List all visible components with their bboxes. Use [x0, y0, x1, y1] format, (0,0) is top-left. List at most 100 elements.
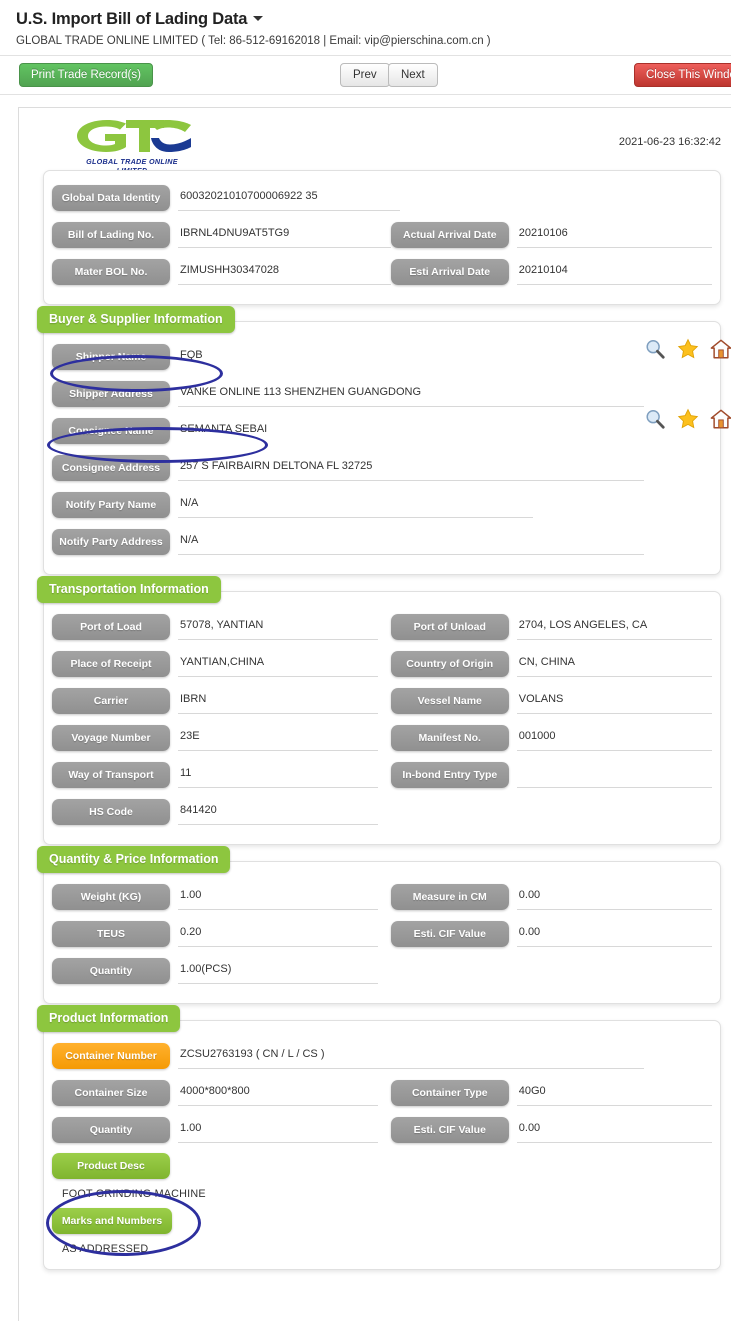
label-actual-arrival-date: Actual Arrival Date	[390, 222, 509, 248]
product-card-title: Product Information	[37, 1005, 181, 1032]
star-icon[interactable]	[677, 338, 699, 360]
value-consignee-address[interactable]: 257 S FAIRBAIRN DELTONA FL 32725	[178, 455, 644, 481]
value-country-of-origin[interactable]: CN, CHINA	[516, 651, 712, 677]
label-voyage-number: Voyage Number	[52, 725, 170, 751]
document-timestamp: 2021-06-23 16:32:42	[618, 136, 721, 148]
label-esti-cif-value: Esti. CIF Value	[390, 921, 509, 947]
magnifier-icon[interactable]	[644, 408, 666, 430]
page-header: U.S. Import Bill of Lading Data GLOBAL T…	[0, 0, 731, 55]
field-notify-party-name: Notify Party Name N/A	[52, 488, 712, 522]
label-notify-party-address: Notify Party Address	[52, 529, 170, 555]
page-title: U.S. Import Bill of Lading Data	[16, 10, 248, 28]
prev-button[interactable]: Prev	[340, 63, 390, 87]
value-weight-kg[interactable]: 1.00	[178, 884, 378, 910]
label-container-type: Container Type	[390, 1080, 509, 1106]
value-actual-arrival-date[interactable]: 20210106	[516, 222, 712, 248]
value-manifest-no[interactable]: 001000	[516, 725, 712, 751]
field-container-number: Container Number ZCSU2763193 ( CN / L / …	[52, 1039, 712, 1073]
value-place-of-receipt[interactable]: YANTIAN,CHINA	[178, 651, 378, 677]
label-country-of-origin: Country of Origin	[390, 651, 509, 677]
label-shipper-address: Shipper Address	[52, 381, 170, 407]
field-measure-in-cm: Measure in CM 0.00	[390, 880, 712, 914]
field-shipper-name: Shipper Name FQB	[52, 340, 712, 374]
value-carrier[interactable]: IBRN	[178, 688, 378, 714]
value-notify-party-address[interactable]: N/A	[178, 529, 644, 555]
value-esti-arrival-date[interactable]: 20210104	[516, 259, 712, 285]
value-container-size[interactable]: 4000*800*800	[178, 1080, 378, 1106]
label-hs-code: HS Code	[52, 799, 170, 825]
label-manifest-no: Manifest No.	[390, 725, 509, 751]
toolbar: Print Trade Record(s) Prev Next Close Th…	[0, 55, 731, 95]
buyer-supplier-card-body: Shipper Name FQB Shipper Address VANKE O…	[44, 322, 731, 574]
field-way-of-transport: Way of Transport 11	[52, 758, 391, 792]
value-container-type[interactable]: 40G0	[516, 1080, 712, 1106]
home-icon[interactable]	[710, 408, 731, 430]
label-container-number: Container Number	[52, 1043, 170, 1069]
field-actual-arrival-date: Actual Arrival Date 20210106	[390, 218, 712, 252]
field-row-master-bol: Mater BOL No. ZIMUSHH30347028 Esti Arriv…	[52, 255, 712, 289]
field-shipper-address: Shipper Address VANKE ONLINE 113 SHENZHE…	[52, 377, 712, 411]
value-teus[interactable]: 0.20	[178, 921, 378, 947]
field-product-quantity: Quantity 1.00	[52, 1113, 391, 1147]
value-port-of-unload[interactable]: 2704, LOS ANGELES, CA	[516, 614, 712, 640]
next-button[interactable]: Next	[388, 63, 438, 87]
identity-card-body: Global Data Identity 6003202101070000692…	[44, 171, 720, 304]
label-marks-and-numbers: Marks and Numbers	[52, 1208, 172, 1234]
close-this-window-button[interactable]: Close This Window	[634, 63, 731, 87]
field-weight-kg: Weight (KG) 1.00	[52, 880, 391, 914]
quantity-price-card: Quantity & Price Information Weight (KG)…	[37, 846, 721, 1004]
star-icon[interactable]	[677, 408, 699, 430]
label-teus: TEUS	[52, 921, 170, 947]
field-row-consignee-name: Consignee Name SEMANTA SEBAI	[52, 414, 712, 448]
label-product-desc: Product Desc	[52, 1153, 170, 1179]
value-notify-party-name[interactable]: N/A	[178, 492, 533, 518]
value-product-quantity[interactable]: 1.00	[178, 1117, 378, 1143]
identity-card: Global Data Identity 6003202101070000692…	[43, 170, 721, 305]
value-in-bond-entry-type[interactable]	[516, 762, 712, 788]
label-shipper-name: Shipper Name	[52, 344, 170, 370]
page-subtitle: GLOBAL TRADE ONLINE LIMITED ( Tel: 86-51…	[16, 35, 491, 47]
value-voyage-number[interactable]: 23E	[178, 725, 378, 751]
caret-down-icon[interactable]	[253, 16, 264, 22]
value-product-esti-cif-value[interactable]: 0.00	[516, 1117, 712, 1143]
field-place-of-receipt: Place of Receipt YANTIAN,CHINA	[52, 647, 391, 681]
product-card-body: Container Number ZCSU2763193 ( CN / L / …	[44, 1021, 720, 1269]
field-row-product-quantity: Quantity 1.00 Esti. CIF Value 0.00	[52, 1113, 712, 1147]
print-trade-records-button[interactable]: Print Trade Record(s)	[19, 63, 153, 87]
field-esti-arrival-date: Esti Arrival Date 20210104	[390, 255, 712, 289]
value-consignee-name[interactable]: SEMANTA SEBAI	[178, 418, 378, 444]
value-container-number[interactable]: ZCSU2763193 ( CN / L / CS )	[178, 1043, 644, 1069]
field-row-transport: Way of Transport 11 In-bond Entry Type	[52, 758, 712, 792]
label-port-of-unload: Port of Unload	[390, 614, 509, 640]
quantity-price-card-title: Quantity & Price Information	[37, 846, 231, 873]
magnifier-icon[interactable]	[644, 338, 666, 360]
gtc-logo-svg	[77, 120, 191, 152]
home-icon[interactable]	[710, 338, 731, 360]
value-esti-cif-value[interactable]: 0.00	[516, 921, 712, 947]
field-row-bol: Bill of Lading No. IBRNL4DNU9AT5TG9 Actu…	[52, 218, 712, 252]
label-consignee-name: Consignee Name	[52, 418, 170, 444]
value-measure-in-cm[interactable]: 0.00	[516, 884, 712, 910]
field-row-carrier: Carrier IBRN Vessel Name VOLANS	[52, 684, 712, 718]
transportation-card: Transportation Information Port of Load …	[37, 576, 721, 845]
value-shipper-address[interactable]: VANKE ONLINE 113 SHENZHEN GUANGDONG	[178, 381, 644, 407]
field-consignee-address: Consignee Address 257 S FAIRBAIRN DELTON…	[52, 451, 712, 485]
field-carrier: Carrier IBRN	[52, 684, 391, 718]
value-mater-bol-no[interactable]: ZIMUSHH30347028	[178, 259, 391, 285]
value-hs-code[interactable]: 841420	[178, 799, 378, 825]
value-global-data-identity[interactable]: 60032021010700006922 35	[178, 185, 400, 211]
value-shipper-name[interactable]: FQB	[178, 344, 378, 370]
field-manifest-no: Manifest No. 001000	[390, 721, 712, 755]
consignee-action-icons	[644, 408, 731, 430]
label-in-bond-entry-type: In-bond Entry Type	[390, 762, 509, 788]
document-frame: GLOBAL TRADE ONLINE LIMITED 2021-06-23 1…	[18, 107, 731, 1321]
value-quantity[interactable]: 1.00(PCS)	[178, 958, 378, 984]
buyer-supplier-card: Buyer & Supplier Information Shipper Nam…	[37, 306, 731, 575]
field-voyage-number: Voyage Number 23E	[52, 721, 391, 755]
value-bill-of-lading-no[interactable]: IBRNL4DNU9AT5TG9	[178, 222, 391, 248]
value-port-of-load[interactable]: 57078, YANTIAN	[178, 614, 378, 640]
value-vessel-name[interactable]: VOLANS	[516, 688, 712, 714]
value-way-of-transport[interactable]: 11	[178, 762, 378, 788]
field-row-voyage: Voyage Number 23E Manifest No. 001000	[52, 721, 712, 755]
label-way-of-transport: Way of Transport	[52, 762, 170, 788]
